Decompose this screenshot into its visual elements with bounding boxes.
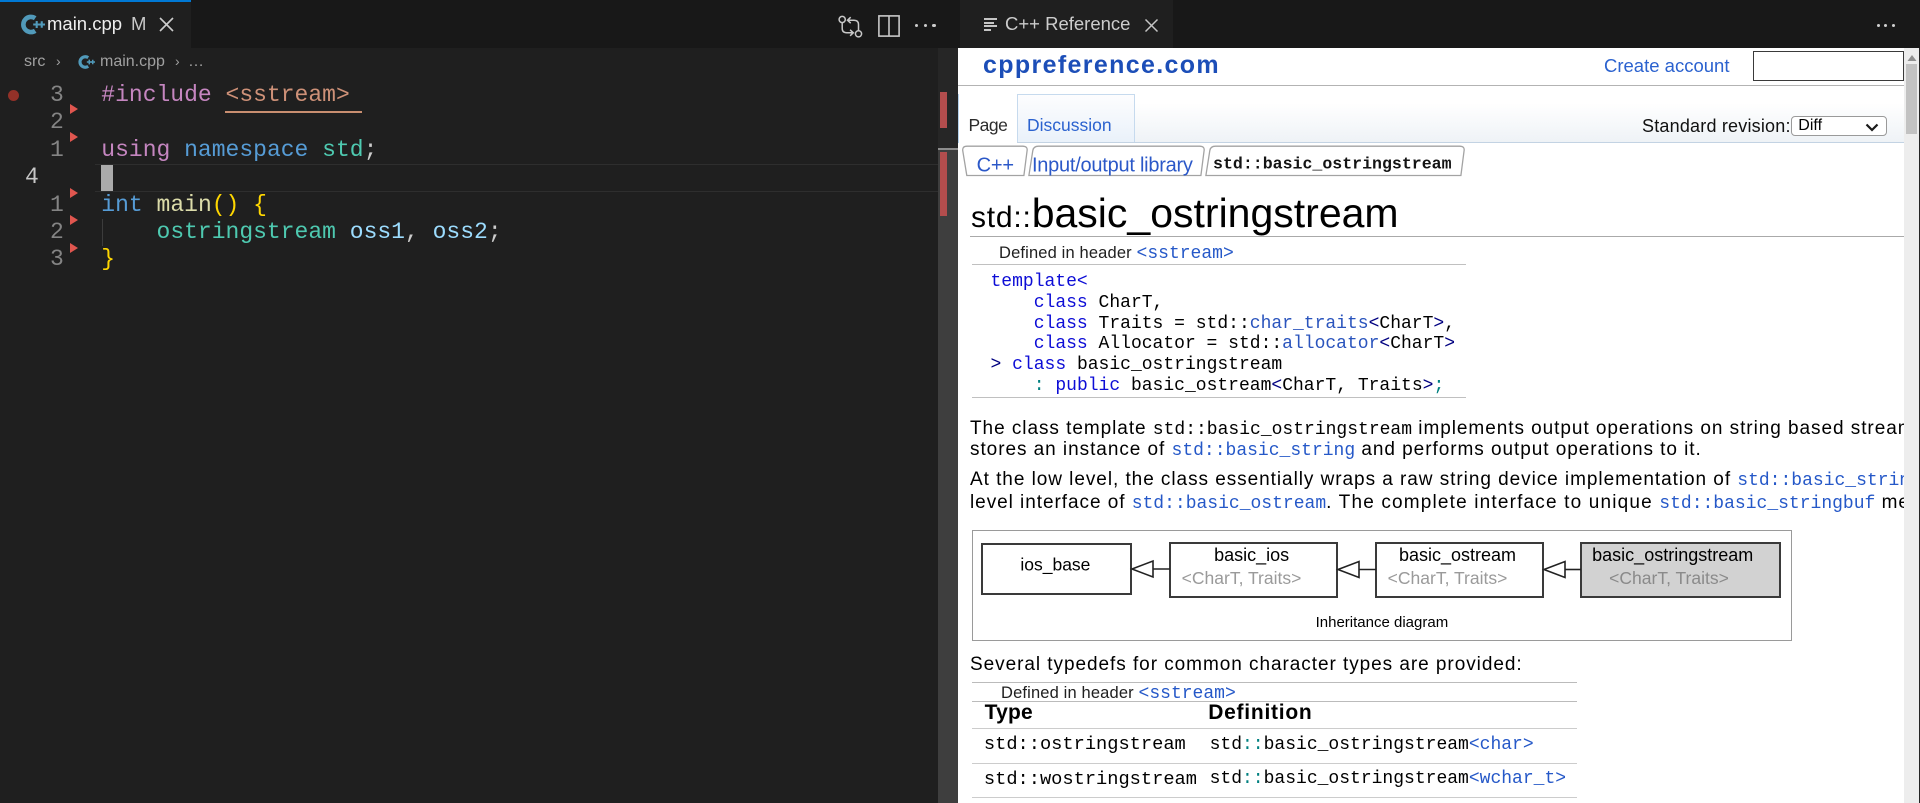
svg-text:ios_base: ios_base: [1020, 555, 1090, 576]
svg-text:std::basic_ostringstream: std::basic_ostringstream: [1213, 155, 1452, 174]
svg-text:basic_ios: basic_ios: [1214, 545, 1289, 566]
svg-text:Inheritance diagram: Inheritance diagram: [1316, 614, 1449, 631]
svg-text:basic_ostream: basic_ostream: [1399, 545, 1516, 566]
svg-text:<CharT, Traits>: <CharT, Traits>: [1388, 568, 1508, 588]
svg-text:Input/output library: Input/output library: [1032, 154, 1193, 176]
svg-text:basic_ostringstream: basic_ostringstream: [1592, 545, 1753, 566]
svg-text:<CharT, Traits>: <CharT, Traits>: [1609, 568, 1729, 588]
svg-text:C++: C++: [977, 154, 1014, 176]
svg-text:<CharT, Traits>: <CharT, Traits>: [1182, 568, 1302, 588]
